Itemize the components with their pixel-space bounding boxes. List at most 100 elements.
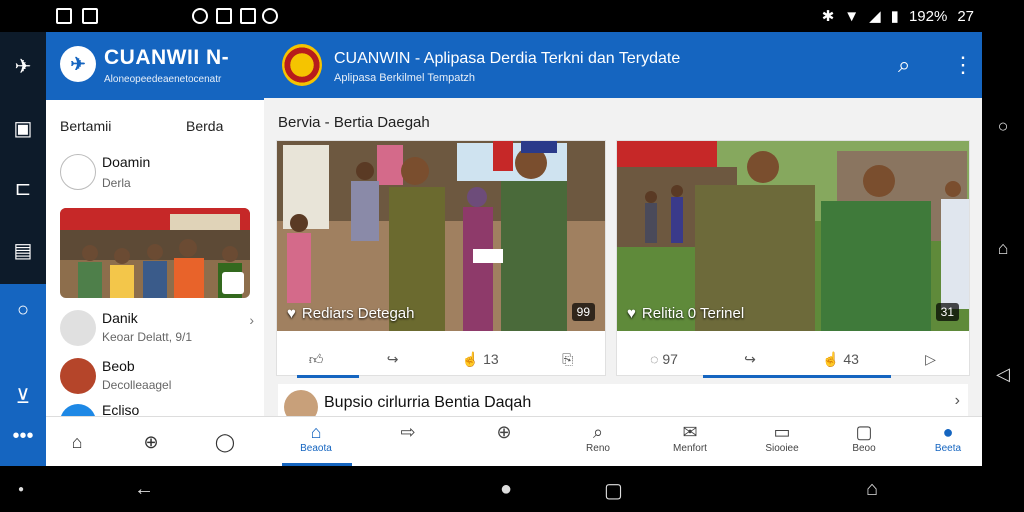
navigation-rail: ✈ ▣ ⊏ ▤ ○ ⊻ ••• bbox=[0, 32, 46, 466]
bookmark-icon[interactable]: ⎘ bbox=[562, 351, 573, 368]
battery-icon: ▮ bbox=[890, 8, 899, 25]
main-title: CUANWIN - Aplipasa Derdia Terkni dan Ter… bbox=[334, 50, 681, 67]
chat-name: Doamin bbox=[102, 154, 151, 170]
news-photo[interactable] bbox=[60, 208, 250, 298]
card-caption: ♥ Rediars Detegah bbox=[287, 305, 414, 322]
back-triangle-icon[interactable]: ◁ bbox=[993, 364, 1013, 384]
news-card[interactable]: ♥ Rediars Detegah 99 👍︎ ↪ ☝ 13 ⎘ bbox=[276, 140, 606, 378]
file-icon: ▢ bbox=[855, 422, 873, 442]
panel-subtitle: Aloneopeedeaenetocenatr bbox=[104, 74, 222, 85]
card-photo bbox=[277, 141, 605, 331]
nav-chat[interactable]: ▭ Siooiee bbox=[742, 421, 822, 465]
home-icon[interactable]: ⌂ bbox=[64, 429, 90, 455]
caption-text: Relitia 0 Terinel bbox=[641, 305, 745, 322]
main-header: CUANWIN - Aplipasa Derdia Terkni dan Ter… bbox=[264, 32, 982, 98]
add-icon[interactable]: ⊕ bbox=[138, 429, 164, 455]
nav-profile[interactable]: ● Beeta bbox=[908, 421, 988, 465]
card-tab-indicator bbox=[703, 375, 891, 378]
chat-subtitle: Keoar Delatt, 9/1 bbox=[102, 330, 193, 344]
news-card[interactable]: ♥ Relitia 0 Terinel 31 ◌ 97 ↪ ☝ 43 ▷ bbox=[616, 140, 970, 378]
dot-icon: ● bbox=[18, 484, 25, 495]
thumb-icon[interactable]: ☝ 13 bbox=[462, 351, 499, 368]
bluetooth-icon: ✱ bbox=[821, 8, 835, 25]
avatar bbox=[60, 358, 96, 394]
share-icon[interactable]: ↪ bbox=[387, 351, 399, 368]
recents-icon[interactable]: ▢ bbox=[604, 478, 623, 503]
chat-name: Ecliso bbox=[102, 402, 140, 416]
nav-search[interactable]: ⌕ Reno bbox=[558, 421, 638, 465]
search-icon: ⌕ bbox=[592, 422, 604, 442]
share-icon[interactable]: ↪ bbox=[744, 351, 756, 368]
card-tab-indicator bbox=[297, 375, 359, 378]
chat-name: Danik bbox=[102, 310, 138, 326]
chat-item[interactable]: Beob Decolleaagel bbox=[60, 356, 256, 400]
rail-more-icon[interactable]: ••• bbox=[0, 416, 46, 456]
chat-item[interactable]: Doamin Derla bbox=[60, 150, 256, 196]
system-nav-bottom: ● ← ● ▢ ⌂ bbox=[0, 466, 1024, 512]
image-icon bbox=[82, 8, 98, 24]
record-icon bbox=[192, 8, 208, 24]
main-content: CUANWIN - Aplipasa Derdia Terkni dan Ter… bbox=[264, 32, 982, 466]
card-caption: ♥ Relitia 0 Terinel bbox=[627, 305, 744, 322]
play-icon[interactable]: ▷ bbox=[925, 351, 936, 368]
rail-folder-icon[interactable]: ⊏ bbox=[0, 168, 46, 208]
chevron-right-icon: › bbox=[954, 392, 960, 409]
home-circle-icon[interactable]: ○ bbox=[993, 116, 1013, 136]
nav-inbox[interactable]: ✉ Menfort bbox=[650, 421, 730, 465]
house-outline-icon[interactable]: ⌂ bbox=[993, 238, 1013, 258]
card-photo bbox=[617, 141, 969, 331]
chat-subtitle: Decolleaagel bbox=[102, 378, 172, 392]
photo-count-badge: 99 bbox=[571, 303, 595, 321]
tab-first[interactable]: Bertamii bbox=[60, 118, 111, 134]
inbox-icon: ✉ bbox=[682, 422, 698, 442]
add-circle-icon: ⊕ bbox=[496, 422, 512, 442]
more-vert-icon[interactable]: ⋮ bbox=[952, 52, 974, 78]
qr-icon bbox=[216, 8, 232, 24]
panel-bottom-bar: ⌂ ⊕ ◯ bbox=[46, 416, 264, 466]
panel-header: ✈ CUANWII N- Aloneopeedeaenetocenatr bbox=[46, 32, 264, 100]
back-arrow-icon[interactable]: ← bbox=[134, 478, 154, 501]
list-item-title: Bupsio cirlurria Bentia Daqah bbox=[324, 394, 532, 411]
share-icon: ⇨ bbox=[400, 422, 416, 442]
clock: 27 bbox=[957, 7, 974, 25]
emblem-icon bbox=[282, 44, 322, 86]
thumb-icon[interactable]: ☝ 43 bbox=[822, 351, 859, 368]
rail-briefcase-icon[interactable]: ▤ bbox=[0, 230, 46, 270]
comment-icon[interactable]: ◌ 97 bbox=[650, 351, 678, 367]
tab-second[interactable]: Berda bbox=[186, 118, 223, 134]
nav-add[interactable]: ⊕ bbox=[464, 421, 544, 465]
nav-files[interactable]: ▢ Beoo bbox=[824, 421, 904, 465]
profile-icon[interactable]: ◯ bbox=[212, 429, 238, 455]
app-logo-icon: ✈ bbox=[60, 46, 96, 82]
chat-icon: ▭ bbox=[773, 422, 791, 442]
system-nav-right: ○ ⌂ ◁ bbox=[982, 32, 1024, 466]
rail-camera-icon[interactable]: ▣ bbox=[0, 108, 46, 148]
chat-item[interactable]: Danik Keoar Delatt, 9/1 › bbox=[60, 308, 256, 352]
rail-logo-icon[interactable]: ✈ bbox=[0, 46, 46, 86]
home-icon: ⌂ bbox=[310, 422, 322, 442]
like-icon[interactable]: 👍︎ bbox=[309, 351, 324, 368]
signal-icon: ◢ bbox=[869, 8, 881, 25]
photo-count-badge: 31 bbox=[935, 303, 959, 321]
nav-share[interactable]: ⇨ bbox=[368, 421, 448, 465]
status-bar: ✱ ▼ ◢ ▮ 192% 27 bbox=[0, 0, 1024, 32]
chat-item[interactable]: Ecliso bbox=[60, 402, 256, 416]
chat-panel: ✈ CUANWII N- Aloneopeedeaenetocenatr Ber… bbox=[46, 32, 264, 466]
gallery-icon bbox=[56, 8, 72, 24]
sync-icon bbox=[262, 8, 278, 24]
panel-title: CUANWII N- bbox=[104, 46, 230, 69]
heart-icon: ♥ bbox=[627, 305, 636, 322]
wifi-icon: ▼ bbox=[844, 7, 860, 25]
search-icon[interactable]: ⌕ bbox=[898, 52, 924, 78]
chat-subtitle: Derla bbox=[102, 176, 131, 190]
rail-bookmark-icon[interactable]: ⊻ bbox=[0, 376, 46, 416]
nav-home[interactable]: ⌂ Beaota bbox=[276, 421, 356, 465]
home-button-icon[interactable]: ● bbox=[500, 478, 512, 501]
rail-circle-icon[interactable]: ○ bbox=[0, 290, 46, 330]
chevron-right-icon: › bbox=[249, 312, 254, 328]
news-list-item[interactable]: Bupsio cirlurria Bentia Daqah › bbox=[278, 384, 968, 424]
section-title: Bervia - Bertia Daegah bbox=[278, 114, 430, 131]
rotate-icon[interactable]: ⌂ bbox=[866, 478, 878, 501]
heart-icon: ♥ bbox=[287, 305, 296, 322]
main-subtitle: Aplipasa Berkilmel Tempatzh bbox=[334, 72, 476, 84]
